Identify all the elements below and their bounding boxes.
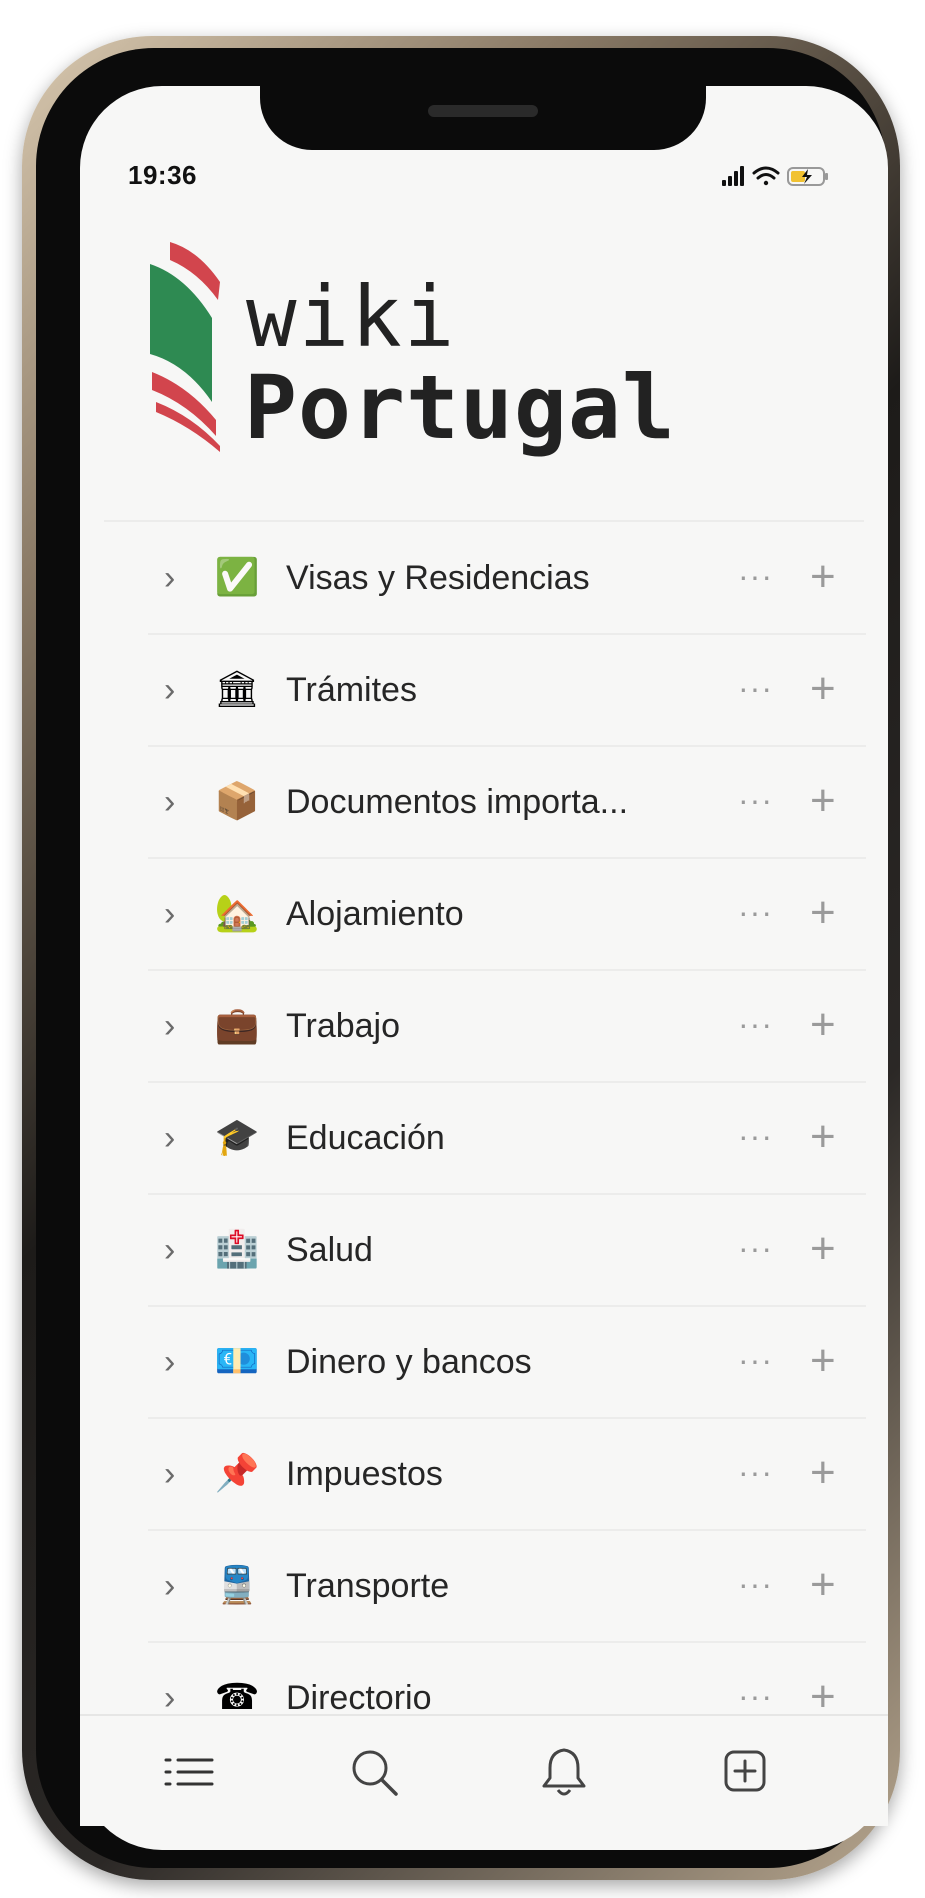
search-icon[interactable] (346, 1744, 406, 1800)
list-item[interactable]: › ✅ Visas y Residencias ··· + (148, 523, 866, 635)
list-item-label[interactable]: Impuestos (286, 1419, 443, 1529)
chevron-right-icon[interactable]: › (164, 635, 175, 745)
list-item-label[interactable]: Educación (286, 1083, 445, 1193)
status-time: 19:36 (128, 160, 197, 190)
logo-book-icon (146, 236, 234, 457)
list-item-label[interactable]: Dinero y bancos (286, 1307, 532, 1417)
earpiece-speaker (428, 105, 538, 117)
list-item[interactable]: › 📦 Documentos importa... ··· + (148, 747, 866, 859)
add-subpage-button[interactable]: + (810, 971, 836, 1081)
list-item-label[interactable]: Visas y Residencias (286, 523, 590, 633)
list-item-label[interactable]: Transporte (286, 1531, 449, 1641)
phone-notch (260, 86, 706, 150)
house-icon: 🏡 (214, 892, 260, 933)
page-list: › ✅ Visas y Residencias ··· + › 🏛 Trámites ··· + ›… (148, 523, 866, 1755)
wifi-icon (752, 166, 780, 186)
chevron-right-icon[interactable]: › (164, 747, 175, 857)
add-subpage-button[interactable]: + (810, 1083, 836, 1193)
list-item[interactable]: › 📌 Impuestos ··· + (148, 1419, 866, 1531)
divider (104, 520, 864, 522)
chevron-right-icon[interactable]: › (164, 1195, 175, 1305)
chevron-right-icon[interactable]: › (164, 1531, 175, 1641)
list-item-label[interactable]: Trabajo (286, 971, 400, 1081)
list-item-label[interactable]: Documentos importa... (286, 747, 628, 857)
list-item[interactable]: › 🚆 Transporte ··· + (148, 1531, 866, 1643)
status-icons (722, 164, 872, 188)
chevron-right-icon[interactable]: › (164, 971, 175, 1081)
add-subpage-button[interactable]: + (810, 1419, 836, 1529)
chevron-right-icon[interactable]: › (164, 1307, 175, 1417)
more-options-button[interactable]: ··· (738, 1531, 773, 1641)
more-options-button[interactable]: ··· (738, 859, 773, 969)
train-icon: 🚆 (214, 1564, 260, 1605)
more-options-button[interactable]: ··· (738, 1195, 773, 1305)
more-options-button[interactable]: ··· (738, 1307, 773, 1417)
briefcase-icon: 💼 (214, 1004, 260, 1045)
logo-text-portugal: Portugal (244, 356, 676, 459)
chevron-right-icon[interactable]: › (164, 523, 175, 633)
add-subpage-button[interactable]: + (810, 635, 836, 745)
add-subpage-button[interactable]: + (810, 1531, 836, 1641)
list-item[interactable]: › 🏛 Trámites ··· + (148, 635, 866, 747)
add-subpage-button[interactable]: + (810, 1195, 836, 1305)
list-item[interactable]: › 🏡 Alojamiento ··· + (148, 859, 866, 971)
check-box-icon: ✅ (214, 556, 260, 597)
list-item-label[interactable]: Trámites (286, 635, 417, 745)
more-options-button[interactable]: ··· (738, 1419, 773, 1529)
more-options-button[interactable]: ··· (738, 523, 773, 633)
list-item[interactable]: › 💼 Trabajo ··· + (148, 971, 866, 1083)
bell-icon[interactable] (534, 1744, 594, 1800)
pushpin-icon: 📌 (214, 1452, 260, 1493)
graduation-cap-icon: 🎓 (214, 1116, 260, 1157)
euro-banknote-icon: 💶 (214, 1340, 260, 1381)
more-options-button[interactable]: ··· (738, 971, 773, 1081)
package-icon: 📦 (214, 780, 260, 821)
list-item[interactable]: › 🏥 Salud ··· + (148, 1195, 866, 1307)
list-item-label[interactable]: Alojamiento (286, 859, 464, 969)
list-item[interactable]: › 💶 Dinero y bancos ··· + (148, 1307, 866, 1419)
more-options-button[interactable]: ··· (738, 747, 773, 857)
add-subpage-button[interactable]: + (810, 523, 836, 633)
add-subpage-button[interactable]: + (810, 747, 836, 857)
bottom-tab-bar (80, 1714, 888, 1826)
more-options-button[interactable]: ··· (738, 635, 773, 745)
list-item[interactable]: › 🎓 Educación ··· + (148, 1083, 866, 1195)
chevron-right-icon[interactable]: › (164, 859, 175, 969)
chevron-right-icon[interactable]: › (164, 1419, 175, 1529)
classical-building-icon: 🏛 (214, 668, 260, 709)
logo-text-wiki: wiki (246, 268, 457, 366)
add-subpage-button[interactable]: + (810, 859, 836, 969)
add-page-icon[interactable] (716, 1744, 776, 1800)
list-icon[interactable] (162, 1744, 222, 1800)
battery-charging-icon (787, 167, 828, 186)
hospital-icon: 🏥 (214, 1228, 260, 1269)
chevron-right-icon[interactable]: › (164, 1083, 175, 1193)
signal-icon (722, 166, 744, 186)
more-options-button[interactable]: ··· (738, 1083, 773, 1193)
add-subpage-button[interactable]: + (810, 1307, 836, 1417)
list-item-label[interactable]: Salud (286, 1195, 373, 1305)
